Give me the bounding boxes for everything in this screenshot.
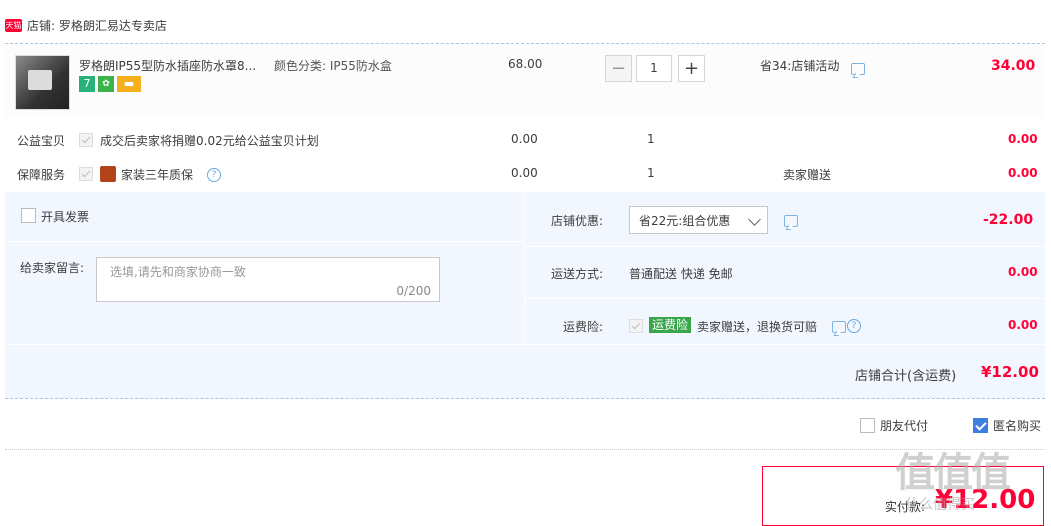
service-total: 0.00 — [1008, 166, 1038, 180]
help-icon[interactable]: ? — [207, 167, 221, 182]
row-divider — [525, 246, 1045, 247]
shipping-label: 运送方式: — [551, 267, 604, 281]
anonymous-checkbox[interactable] — [973, 418, 988, 433]
discount-value: 省22元:组合优惠 — [639, 213, 731, 228]
invoice-checkbox-wrap — [21, 208, 36, 223]
invoice-checkbox[interactable] — [21, 208, 36, 223]
seven-day-return-icon[interactable]: 7 — [79, 76, 95, 92]
row-divider — [5, 241, 524, 242]
shop-name[interactable]: 店铺: 罗格朗汇易达专卖店 — [27, 17, 167, 34]
tmall-badge-icon: 天猫 — [5, 19, 22, 32]
promo-text: 省34:店铺活动 — [760, 59, 840, 73]
help-icon[interactable]: ? — [847, 318, 861, 333]
watermark-text: 什么值得买 — [905, 497, 975, 513]
row-divider — [5, 344, 1045, 345]
friend-pay-label: 朋友代付 — [880, 419, 929, 433]
insurance-tag-text: 运费险 — [649, 317, 692, 333]
discount-label: 店铺优惠: — [551, 214, 604, 228]
product-variant: 颜色分类: IP55防水盒 — [274, 59, 392, 73]
invoice-label[interactable]: 开具发票 — [41, 208, 89, 225]
shop-total-label: 店铺合计(含运费) — [855, 369, 957, 384]
charity-text: 成交后卖家将捐赠0.02元给公益宝贝计划 — [100, 134, 319, 148]
charity-label: 公益宝贝 — [17, 134, 66, 148]
shipping-value: 普通配送 快递 免邮 — [629, 267, 733, 281]
service-badges: 7 ✿ ▬ — [79, 76, 144, 92]
service-icon — [100, 166, 116, 182]
watermark-logo: 值值值 — [895, 450, 1011, 496]
chat-icon[interactable] — [851, 61, 865, 75]
friend-pay-checkbox[interactable] — [860, 418, 875, 433]
service-qty: 1 — [647, 166, 655, 180]
quantity-stepper: − 1 + — [605, 55, 705, 82]
card-icon[interactable]: ▬ — [117, 76, 141, 92]
friend-pay-option[interactable]: 朋友代付 — [860, 417, 928, 434]
charity-price: 0.00 — [511, 132, 538, 146]
message-placeholder: 选填,请先和商家协商一致 — [110, 265, 246, 279]
divider — [5, 449, 1045, 450]
message-label: 给卖家留言: — [20, 261, 85, 275]
divider — [5, 43, 1045, 44]
insurance-amount: 0.00 — [1008, 318, 1038, 332]
anonymous-option[interactable]: 匿名购买 — [973, 417, 1041, 434]
message-textarea[interactable]: 选填,请先和商家协商一致 0/200 — [96, 257, 440, 302]
service-checkbox-wrap — [79, 166, 93, 181]
discount-amount: -22.00 — [983, 212, 1034, 228]
insurance-checkbox[interactable] — [629, 318, 643, 333]
anonymous-label: 匿名购买 — [993, 419, 1042, 433]
decrease-button[interactable]: − — [605, 55, 632, 82]
shipping-amount: 0.00 — [1008, 265, 1038, 279]
charity-total: 0.00 — [1008, 132, 1038, 146]
service-text[interactable]: 家装三年质保 — [121, 166, 193, 183]
chat-icon[interactable] — [784, 213, 798, 227]
chat-icon[interactable] — [832, 319, 846, 333]
quantity-input[interactable]: 1 — [636, 55, 672, 82]
item-row — [5, 45, 1045, 118]
insurance-text: 卖家赠送，退换货可赔 — [697, 320, 818, 334]
service-note: 卖家赠送 — [783, 168, 832, 182]
service-checkbox[interactable] — [79, 166, 93, 181]
product-image[interactable] — [15, 55, 70, 110]
insurance-checkbox-wrap — [629, 318, 643, 333]
warranty-icon[interactable]: ✿ — [98, 76, 114, 92]
service-price: 0.00 — [511, 166, 538, 180]
service-label: 保障服务 — [17, 168, 66, 182]
product-title[interactable]: 罗格朗IP55型防水插座防水罩8... — [79, 57, 256, 74]
insurance-tag: 运费险 — [649, 316, 692, 333]
shop-header: 天猫 店铺: 罗格朗汇易达专卖店 — [5, 17, 167, 34]
charity-checkbox[interactable] — [79, 132, 93, 147]
charity-checkbox-wrap — [79, 132, 93, 147]
increase-button[interactable]: + — [678, 55, 705, 82]
chevron-down-icon — [748, 213, 761, 226]
item-subtotal: 34.00 — [991, 58, 1036, 74]
panel-divider — [524, 192, 525, 344]
message-counter: 0/200 — [396, 284, 431, 298]
unit-price: 68.00 — [508, 57, 543, 71]
discount-select[interactable]: 省22元:组合优惠 — [629, 206, 768, 234]
row-divider — [525, 298, 1045, 299]
shop-total-amount: ¥12.00 — [981, 363, 1039, 381]
insurance-label: 运费险: — [563, 320, 604, 334]
charity-qty: 1 — [647, 132, 655, 146]
